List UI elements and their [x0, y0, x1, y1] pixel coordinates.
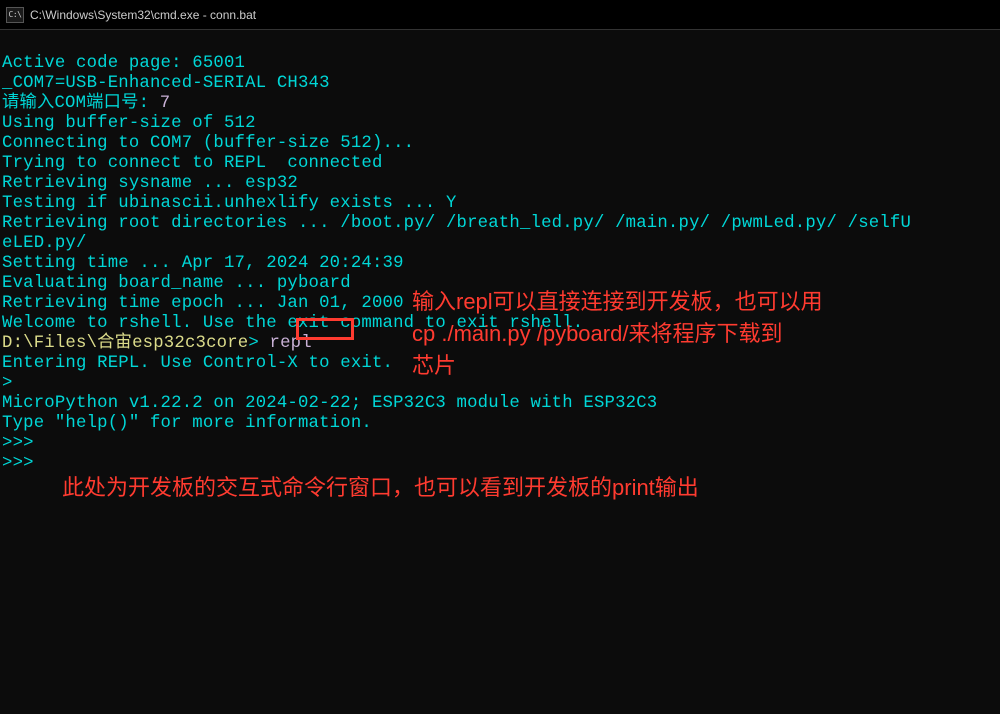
repl-prompt: >>> — [2, 434, 34, 453]
user-command: repl — [270, 334, 312, 353]
line: Trying to connect to REPL connected — [2, 154, 383, 173]
terminal-output: Active code page: 65001 _COM7=USB-Enhanc… — [0, 30, 1000, 478]
line: Testing if ubinascii.unhexlify exists ..… — [2, 194, 457, 213]
line: Connecting to COM7 (buffer-size 512)... — [2, 134, 414, 153]
line: Retrieving sysname ... esp32 — [2, 174, 298, 193]
line: Active code page: 65001 — [2, 54, 245, 73]
user-input: 7 — [160, 94, 171, 113]
line: > — [2, 374, 13, 393]
cmd-icon: C:\ — [6, 7, 24, 23]
line: Using buffer-size of 512 — [2, 114, 256, 133]
line: Retrieving root directories ... /boot.py… — [2, 214, 911, 233]
annotation-line: 此处为开发板的交互式命令行窗口，也可以看到开发板的print输出 — [62, 470, 699, 502]
repl-prompt: >>> — [2, 454, 34, 473]
annotation-line: cp ./main.py /pyboard/来将程序下载到 — [412, 316, 782, 348]
window-titlebar[interactable]: C:\ C:\Windows\System32\cmd.exe - conn.b… — [0, 0, 1000, 30]
window-title: C:\Windows\System32\cmd.exe - conn.bat — [30, 8, 256, 22]
line: Type "help()" for more information. — [2, 414, 372, 433]
line: Setting time ... Apr 17, 2024 20:24:39 — [2, 254, 404, 273]
annotation-line: 输入repl可以直接连接到开发板，也可以用 — [412, 284, 823, 316]
annotation-line: 芯片 — [412, 348, 456, 380]
line: Retrieving time epoch ... Jan 01, 2000 — [2, 294, 404, 313]
line: 请输入COM端口号: — [2, 94, 160, 113]
prompt-path: D:\Files\合宙esp32c3core — [2, 334, 248, 353]
prompt-gt: > — [248, 334, 269, 353]
line: _COM7=USB-Enhanced-SERIAL CH343 — [2, 74, 330, 93]
line: MicroPython v1.22.2 on 2024-02-22; ESP32… — [2, 394, 657, 413]
line: Evaluating board_name ... pyboard — [2, 274, 351, 293]
line: eLED.py/ — [2, 234, 87, 253]
terminal-area[interactable]: Active code page: 65001 _COM7=USB-Enhanc… — [0, 30, 1000, 478]
line: Entering REPL. Use Control-X to exit. — [2, 354, 393, 373]
